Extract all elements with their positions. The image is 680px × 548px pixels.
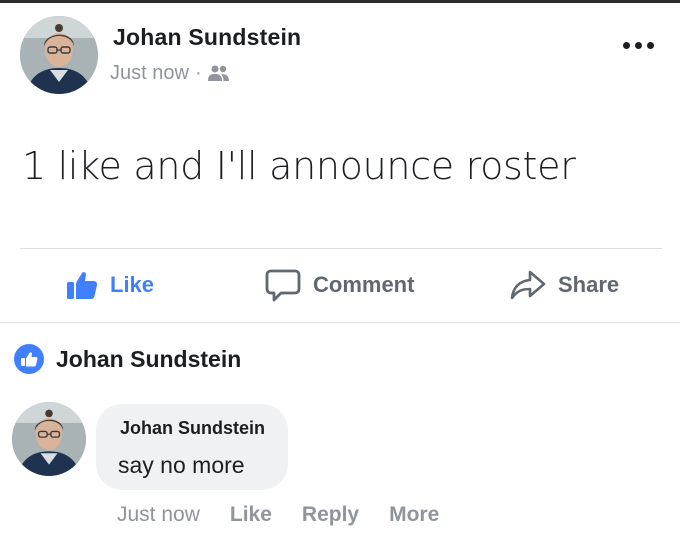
top-border (0, 0, 680, 3)
share-arrow-icon (510, 270, 546, 300)
comment-actions: Just now Like Reply More (117, 500, 469, 530)
comment-more-link[interactable]: More (389, 503, 439, 527)
share-button[interactable]: Share (510, 266, 619, 304)
comment-author-name[interactable]: Johan Sundstein (120, 418, 265, 439)
reaction-summary[interactable]: Johan Sundstein (14, 342, 241, 376)
commenter-avatar[interactable] (12, 402, 86, 476)
avatar-portrait (20, 16, 98, 94)
share-label: Share (558, 272, 620, 297)
avatar-portrait (12, 402, 86, 476)
more-dots-icon[interactable] (623, 38, 659, 52)
actions-divider (0, 322, 680, 323)
like-badge-icon (14, 344, 44, 374)
author-avatar[interactable] (20, 16, 98, 94)
comment-text: say no more (118, 452, 245, 478)
like-label: Like (110, 272, 155, 297)
thumbs-up-icon (67, 272, 98, 299)
comment-bubble[interactable]: Johan Sundstein say no more (96, 404, 288, 490)
meta-separator: · (194, 61, 202, 84)
post-author-name[interactable]: Johan Sundstein (113, 24, 301, 51)
comment-button[interactable]: Comment (265, 266, 414, 304)
comment-label: Comment (313, 272, 415, 297)
post-divider (20, 248, 662, 249)
like-button[interactable]: Like (66, 266, 154, 304)
comment-icon (265, 269, 301, 302)
comment-like-link[interactable]: Like (230, 503, 272, 527)
post-timestamp[interactable]: Just now (110, 62, 189, 85)
post-meta: Just now · (110, 60, 230, 86)
comment-timestamp[interactable]: Just now (117, 503, 200, 527)
reaction-user-name[interactable]: Johan Sundstein (56, 346, 241, 373)
post-text: 1 like and I'll announce roster (22, 144, 576, 188)
comment-reply-link[interactable]: Reply (302, 503, 359, 527)
friends-icon[interactable] (207, 64, 230, 82)
